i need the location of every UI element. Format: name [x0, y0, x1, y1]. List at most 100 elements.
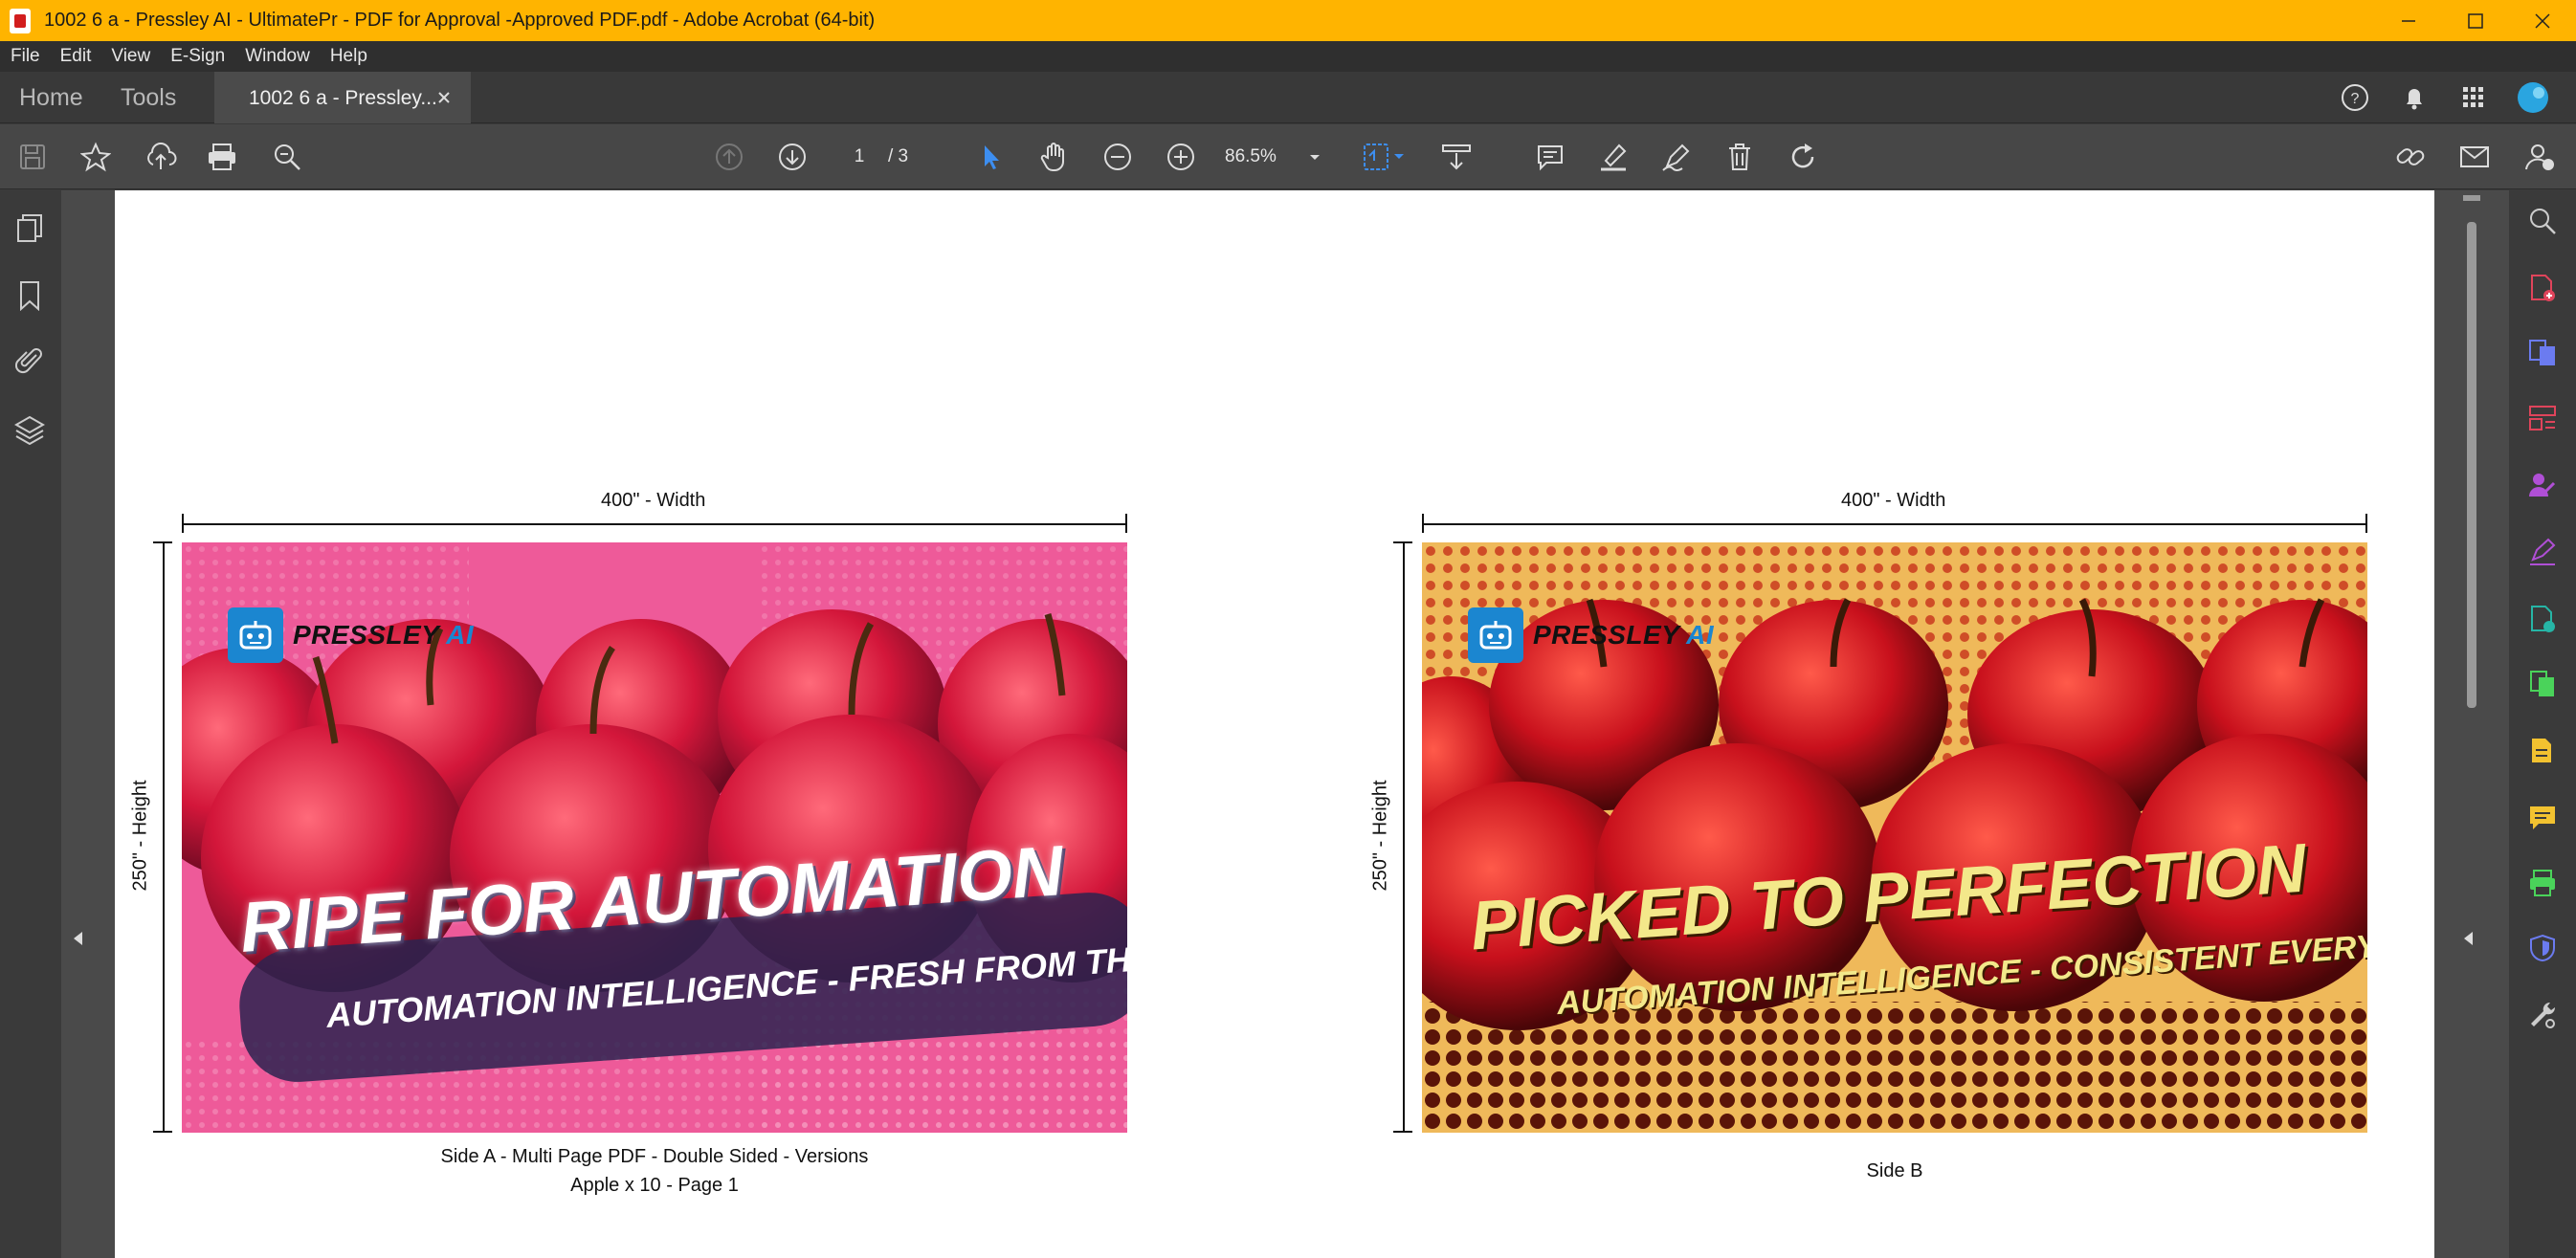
- star-icon[interactable]: [77, 124, 115, 189]
- side-a-width-tick-right: [1125, 514, 1127, 533]
- menu-view[interactable]: View: [111, 46, 150, 67]
- add-user-share-icon[interactable]: [2520, 124, 2559, 189]
- side-a-logo: PRESSLEY AI: [228, 607, 474, 663]
- page-total-label: / 3: [888, 146, 909, 166]
- fill-sign-icon[interactable]: [2523, 533, 2562, 571]
- zoom-out-icon[interactable]: [1099, 124, 1137, 189]
- menu-esign[interactable]: E-Sign: [170, 46, 225, 67]
- apps-grid-icon[interactable]: [2444, 72, 2503, 123]
- request-signature-icon[interactable]: [2523, 466, 2562, 504]
- collapse-right-pane-icon[interactable]: [2461, 929, 2475, 948]
- side-b-height-line: [1403, 542, 1405, 1133]
- side-a-height-tick-bottom: [153, 1131, 172, 1133]
- expand-left-pane-icon[interactable]: [71, 929, 84, 948]
- side-a-brand-text: PRESSLEY: [293, 620, 439, 650]
- sign-pen-icon[interactable]: [1657, 124, 1696, 189]
- side-b-logo: PRESSLEY AI: [1468, 607, 1714, 663]
- left-navigation-pane: [0, 190, 61, 1258]
- right-tools-panel: [2509, 190, 2576, 1258]
- attachment-icon[interactable]: [11, 342, 49, 380]
- edit-pdf-icon[interactable]: [2523, 665, 2562, 703]
- rotate-icon[interactable]: [1784, 124, 1822, 189]
- comment-icon[interactable]: [1531, 124, 1569, 189]
- side-a-width-tick-left: [182, 514, 184, 533]
- menu-bar: File Edit View E-Sign Window Help: [0, 41, 2576, 72]
- tab-bar: Home Tools 1002 6 a - Pressley... ?: [0, 72, 2576, 123]
- side-b-width-line: [1422, 523, 2367, 525]
- combine-files-icon[interactable]: [2523, 334, 2562, 372]
- left-gutter: [61, 190, 115, 1258]
- scroll-mode-icon[interactable]: [1437, 124, 1476, 189]
- comment-tool-icon[interactable]: [2523, 799, 2562, 837]
- save-icon[interactable]: [13, 124, 52, 189]
- side-a-height-line: [163, 542, 165, 1133]
- side-a-width-line: [182, 523, 1127, 525]
- email-icon[interactable]: [2455, 124, 2494, 189]
- window-controls: [2375, 0, 2576, 41]
- next-page-icon[interactable]: [773, 124, 811, 189]
- side-b-brand-text: PRESSLEY: [1533, 620, 1679, 650]
- side-a-width-label: 400" - Width: [601, 490, 706, 511]
- upload-cloud-icon[interactable]: [142, 124, 180, 189]
- side-b-height-tick-bottom: [1393, 1131, 1412, 1133]
- tab-home[interactable]: Home: [19, 72, 83, 123]
- protect-icon[interactable]: [2523, 929, 2562, 967]
- side-b-width-tick-left: [1422, 514, 1424, 533]
- side-a-brand-name: PRESSLEY AI: [293, 620, 474, 651]
- delete-trash-icon[interactable]: [1721, 124, 1759, 189]
- side-b-height-tick-top: [1393, 541, 1412, 543]
- create-pdf-icon[interactable]: [2523, 269, 2562, 307]
- scan-ocr-icon[interactable]: [2523, 732, 2562, 770]
- menu-help[interactable]: Help: [330, 46, 367, 67]
- zoom-dropdown-chevron-icon[interactable]: [1303, 124, 1326, 189]
- help-icon[interactable]: ?: [2325, 72, 2385, 123]
- top-right-icons: ?: [2325, 72, 2563, 123]
- more-tools-icon[interactable]: [2523, 996, 2562, 1034]
- page-display-icon[interactable]: [1359, 124, 1409, 189]
- side-a-height-tick-top: [153, 541, 172, 543]
- toolbar: 1 / 3 86.5%: [0, 124, 2576, 189]
- tab-tools[interactable]: Tools: [121, 72, 176, 123]
- side-a-caption-line2: Apple x 10 - Page 1: [570, 1175, 739, 1196]
- pages-icon[interactable]: [11, 210, 49, 248]
- window-title: 1002 6 a - Pressley AI - UltimatePr - PD…: [44, 10, 876, 31]
- hand-tool-icon[interactable]: [1035, 124, 1074, 189]
- menu-window[interactable]: Window: [245, 46, 310, 67]
- select-cursor-icon[interactable]: [972, 124, 1010, 189]
- menu-file[interactable]: File: [11, 46, 40, 67]
- export-pdf-icon[interactable]: [2523, 600, 2562, 638]
- close-window-button[interactable]: [2509, 0, 2576, 41]
- share-link-icon[interactable]: [2392, 124, 2431, 189]
- svg-text:?: ?: [2351, 91, 2360, 107]
- notifications-bell-icon[interactable]: [2385, 72, 2444, 123]
- print-icon[interactable]: [203, 124, 241, 189]
- highlight-icon[interactable]: [1594, 124, 1632, 189]
- close-tab-icon[interactable]: [434, 88, 454, 107]
- side-a-height-label: 250" - Height: [129, 780, 151, 892]
- vertical-scrollbar-thumb[interactable]: [2467, 222, 2476, 708]
- menu-edit[interactable]: Edit: [60, 46, 92, 67]
- print-production-icon[interactable]: [2523, 864, 2562, 902]
- side-a-artwork: PRESSLEY AI RIPE FOR AUTOMATION AUTOMATI…: [182, 542, 1127, 1133]
- bookmark-icon[interactable]: [11, 276, 49, 315]
- zoom-level-input[interactable]: 86.5%: [1225, 141, 1301, 173]
- user-avatar[interactable]: [2503, 72, 2563, 123]
- previous-page-icon[interactable]: [710, 124, 748, 189]
- tab-document[interactable]: 1002 6 a - Pressley...: [214, 72, 471, 123]
- side-b-brand-ai-text: AI: [1686, 620, 1715, 650]
- acrobat-app-icon: [10, 8, 31, 33]
- page-number-input[interactable]: 1: [831, 141, 888, 173]
- side-b-artwork: PRESSLEY AI PICKED TO PERFECTION AUTOMAT…: [1422, 542, 2367, 1133]
- zoom-in-icon[interactable]: [1162, 124, 1200, 189]
- layers-icon[interactable]: [11, 410, 49, 449]
- side-a-brand-ai-text: AI: [446, 620, 475, 650]
- maximize-button[interactable]: [2442, 0, 2509, 41]
- side-a-caption-line1: Side A - Multi Page PDF - Double Sided -…: [440, 1146, 869, 1167]
- search-zoom-icon[interactable]: [2523, 202, 2562, 240]
- organize-pages-icon[interactable]: [2523, 399, 2562, 437]
- minimize-button[interactable]: [2375, 0, 2442, 41]
- scroll-up-arrow[interactable]: [2461, 190, 2482, 201]
- side-b-height-label: 250" - Height: [1369, 780, 1391, 892]
- find-zoom-icon[interactable]: [268, 124, 306, 189]
- side-b-width-label: 400" - Width: [1841, 490, 1946, 511]
